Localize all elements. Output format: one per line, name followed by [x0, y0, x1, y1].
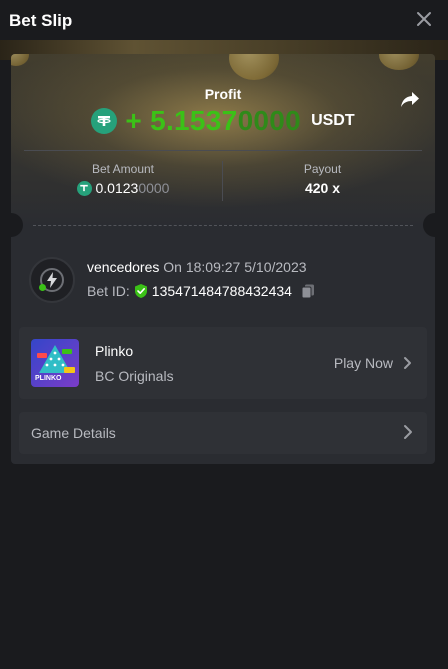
payout-label: Payout: [303, 162, 342, 176]
game-name: Plinko: [95, 343, 134, 359]
tether-icon: [91, 108, 118, 134]
divider: [24, 150, 422, 151]
chevron-right-icon: [404, 425, 412, 439]
profit-value: + 5.15370000: [125, 105, 301, 137]
bet-amount-value: 0.01230000: [24, 180, 222, 196]
game-provider: BC Originals: [95, 368, 174, 384]
payout-stat: Payout 420 x: [223, 162, 422, 196]
game-details-row[interactable]: Game Details: [19, 412, 427, 454]
bet-slip-header: Bet Slip: [0, 0, 448, 40]
profit-amount-row: + 5.15370000 USDT: [11, 104, 435, 138]
bet-amount-label: Bet Amount: [91, 162, 155, 176]
profit-currency: USDT: [311, 112, 355, 129]
plinko-thumbnail: PLINKO: [31, 339, 79, 387]
profit-sign: +: [125, 105, 143, 136]
bet-amount-stat: Bet Amount 0.01230000: [24, 162, 222, 196]
profit-label: Profit: [204, 86, 242, 102]
online-status-dot: [39, 284, 46, 291]
bet-id-label: Bet ID:: [87, 283, 130, 299]
verified-shield-icon: [134, 284, 147, 298]
bet-slip-card: Profit + 5.15370000 USDT Bet Amount 0.01…: [11, 54, 435, 464]
avatar[interactable]: [29, 257, 75, 303]
profit-glow-background: [11, 54, 435, 228]
player-row: vencedores On 18:09:27 5/10/2023 Bet ID:…: [29, 257, 316, 303]
copy-icon[interactable]: [300, 283, 316, 299]
bet-amount-main: 0.0123: [95, 180, 139, 196]
bet-slip-title: Bet Slip: [9, 11, 73, 30]
ticket-notch: [423, 213, 435, 237]
game-details-label: Game Details: [31, 425, 116, 441]
ticket-perforation: [33, 225, 413, 226]
bet-timestamp: On 18:09:27 5/10/2023: [163, 259, 307, 275]
player-name[interactable]: vencedores: [87, 259, 159, 275]
bet-id-value: 135471484788432434: [151, 283, 292, 299]
profit-value-main: 5.1537: [150, 105, 238, 136]
bet-amount-trailing-zeros: 0000: [138, 180, 170, 196]
plinko-thumbnail-text: PLINKO: [35, 375, 62, 382]
play-now-label: Play Now: [333, 355, 393, 371]
payout-value: 420 x: [304, 180, 341, 196]
chevron-right-icon: [404, 357, 411, 369]
close-icon[interactable]: [414, 9, 434, 29]
tether-icon: [76, 180, 92, 196]
profit-value-trailing-zeros: 0000: [237, 105, 302, 136]
game-card[interactable]: PLINKO Plinko BC Originals Play Now: [19, 327, 427, 399]
play-now-button[interactable]: Play Now: [334, 355, 413, 371]
